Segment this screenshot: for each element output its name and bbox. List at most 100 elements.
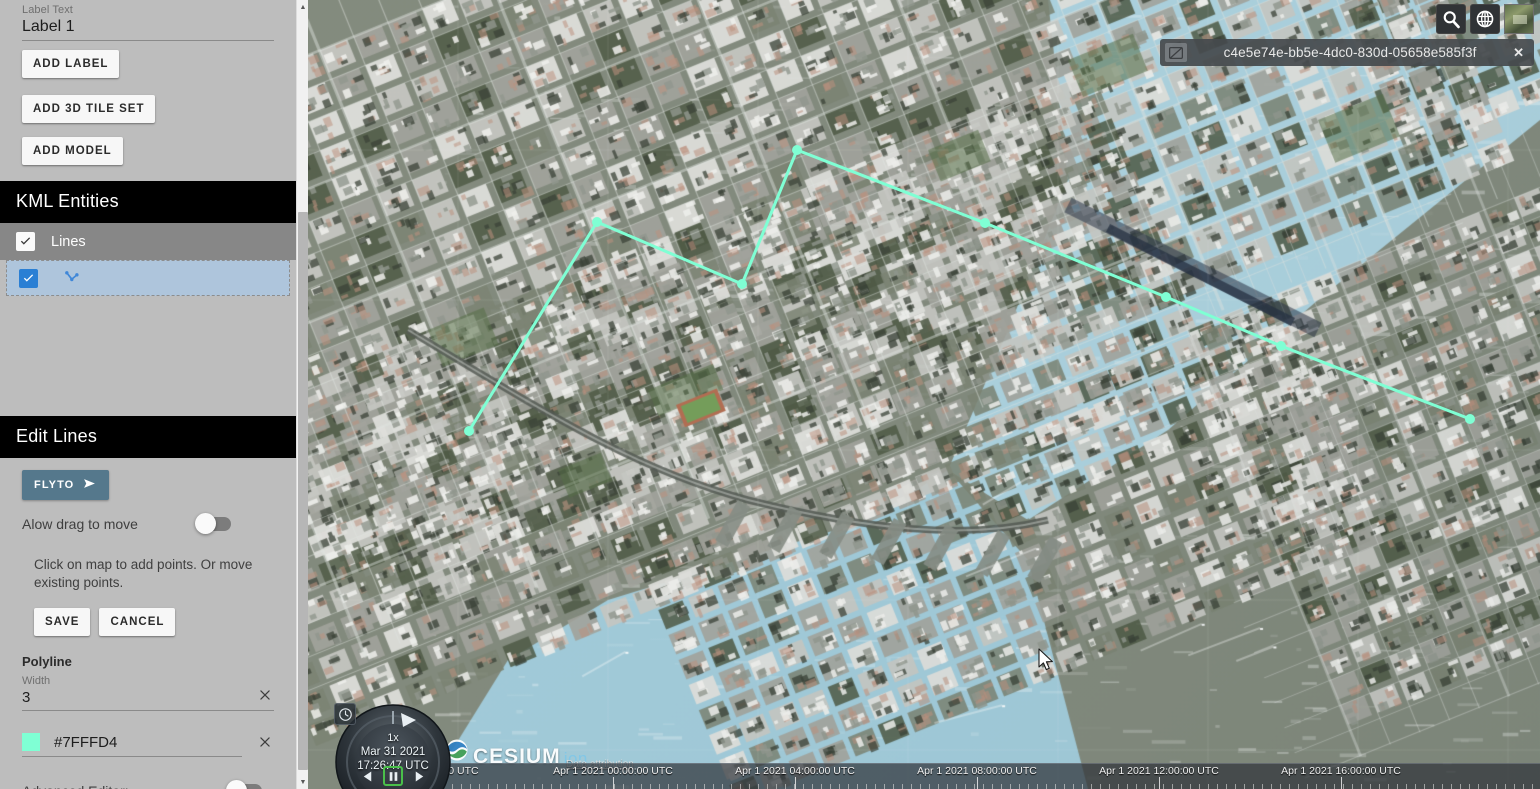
- timeline-minor-tick: [1064, 784, 1065, 789]
- timeline-minor-tick: [1235, 784, 1236, 789]
- label-text-input[interactable]: Label 1: [22, 17, 274, 41]
- flyto-button[interactable]: FLYTO: [22, 470, 110, 500]
- timeline-minor-tick: [1487, 784, 1488, 789]
- label-text-label: Label Text: [22, 4, 73, 16]
- app-root: Label Text Label 1 ADD LABEL ADD 3D TILE…: [0, 0, 1540, 789]
- timeline-minor-tick: [686, 784, 687, 789]
- timeline-minor-tick: [695, 784, 696, 789]
- timeline-minor-tick: [1298, 784, 1299, 789]
- image-slash-icon: [1165, 43, 1187, 62]
- width-input[interactable]: 3: [22, 687, 30, 710]
- timeline-minor-tick: [884, 784, 885, 789]
- width-field-group: Width 3: [22, 675, 274, 711]
- timeline-minor-tick: [1019, 784, 1020, 789]
- add-model-button[interactable]: ADD MODEL: [22, 137, 123, 165]
- play-icon[interactable]: [409, 766, 429, 786]
- timeline-minor-tick: [1262, 784, 1263, 789]
- timeline-minor-tick: [470, 784, 471, 789]
- color-swatch: [22, 733, 40, 751]
- timeline-minor-tick: [704, 784, 705, 789]
- sidebar-scrollbar-thumb[interactable]: [298, 212, 308, 770]
- advanced-editor-toggle[interactable]: [226, 780, 262, 789]
- timeline-major-tick: [1341, 777, 1342, 789]
- timeline-minor-tick: [1226, 784, 1227, 789]
- advanced-editor-toggle-knob: [226, 780, 247, 789]
- kml-entity-row-lines[interactable]: Lines: [0, 223, 296, 260]
- map-imagery-canvas[interactable]: [308, 0, 1540, 789]
- timeline-minor-tick: [1100, 784, 1101, 789]
- lines-checkbox[interactable]: [16, 232, 35, 251]
- timeline-minor-tick: [1001, 784, 1002, 789]
- timeline-minor-tick: [1154, 784, 1155, 789]
- timeline-minor-tick: [1325, 784, 1326, 789]
- timeline-minor-tick: [1514, 784, 1515, 789]
- edit-hint-text: Click on map to add points. Or move exis…: [34, 557, 253, 590]
- selection-info-bar[interactable]: c4e5e74e-bb5e-4dc0-830d-05658e585f3f ✕: [1160, 39, 1534, 66]
- timeline-minor-tick: [461, 784, 462, 789]
- timeline-minor-tick: [911, 784, 912, 789]
- left-sidebar: Label Text Label 1 ADD LABEL ADD 3D TILE…: [0, 0, 296, 789]
- kml-entity-row-polyline[interactable]: [6, 260, 290, 296]
- color-row[interactable]: #7FFFD4: [22, 733, 242, 757]
- pause-icon[interactable]: [383, 766, 403, 786]
- polyline-icon: [64, 270, 81, 287]
- close-icon[interactable]: ✕: [1513, 45, 1524, 61]
- drag-to-move-toggle[interactable]: [194, 513, 231, 534]
- basemap-thumbnail[interactable]: [1504, 4, 1534, 34]
- flyto-button-label: FLYTO: [34, 479, 75, 491]
- send-arrow-icon: [82, 477, 97, 493]
- timeline-minor-tick: [506, 784, 507, 789]
- timeline-minor-tick: [524, 784, 525, 789]
- clock-icon[interactable]: [334, 703, 356, 725]
- timeline-minor-tick: [785, 784, 786, 789]
- advanced-editor-label: Advanced Editor:: [22, 783, 129, 789]
- add-label-button[interactable]: ADD LABEL: [22, 50, 120, 78]
- timeline-minor-tick: [578, 784, 579, 789]
- timeline-minor-tick: [1109, 784, 1110, 789]
- timeline-minor-tick: [1451, 784, 1452, 789]
- cancel-button[interactable]: CANCEL: [99, 608, 176, 636]
- timeline-minor-tick: [515, 784, 516, 789]
- timeline-major-tick: [977, 777, 978, 789]
- play-reverse-icon[interactable]: [357, 766, 377, 786]
- timeline-minor-tick: [740, 784, 741, 789]
- timeline-minor-tick: [1010, 784, 1011, 789]
- clock-date: Mar 31 2021: [360, 746, 426, 758]
- timeline-minor-tick: [1136, 784, 1137, 789]
- timeline-minor-tick: [812, 784, 813, 789]
- globe-icon[interactable]: [1470, 4, 1500, 34]
- timeline-minor-tick: [641, 784, 642, 789]
- timeline-widget[interactable]: Mar 31 2021 20:00:00 UTCApr 1 2021 00:00…: [439, 763, 1540, 789]
- color-input[interactable]: #7FFFD4: [54, 734, 117, 751]
- timeline-minor-tick: [776, 784, 777, 789]
- polyline-checkbox[interactable]: [19, 268, 38, 288]
- animation-widget[interactable]: 1x Mar 31 2021 17:26:47 UTC: [330, 701, 456, 789]
- color-field-group: #7FFFD4: [22, 733, 274, 757]
- kml-entities-empty-space: [0, 296, 296, 416]
- edit-lines-header: Edit Lines: [0, 416, 296, 458]
- timeline-minor-tick: [1073, 784, 1074, 789]
- selection-uuid-text: c4e5e74e-bb5e-4dc0-830d-05658e585f3f: [1223, 45, 1477, 60]
- timeline-tick-label: Apr 1 2021 00:00:00 UTC: [553, 765, 673, 777]
- add-model-row: ADD MODEL: [0, 123, 296, 181]
- width-clear-icon[interactable]: [256, 688, 274, 709]
- timeline-minor-tick: [1145, 784, 1146, 789]
- add-3d-tile-set-button[interactable]: ADD 3D TILE SET: [22, 95, 156, 123]
- search-icon[interactable]: [1436, 4, 1466, 34]
- timeline-tick-label: Apr 1 2021 08:00:00 UTC: [917, 765, 1037, 777]
- timeline-minor-tick: [1307, 784, 1308, 789]
- edit-lines-body: FLYTO Alow drag to move Click on map to …: [0, 458, 296, 789]
- timeline-minor-tick: [920, 784, 921, 789]
- sidebar-scrollbar[interactable]: ▲ ▼: [296, 0, 308, 789]
- cesium-map-viewer[interactable]: c4e5e74e-bb5e-4dc0-830d-05658e585f3f ✕ C…: [308, 0, 1540, 789]
- timeline-minor-tick: [956, 784, 957, 789]
- timeline-tick-label: Apr 1 2021 12:00:00 UTC: [1099, 765, 1219, 777]
- timeline-minor-tick: [929, 784, 930, 789]
- save-button[interactable]: SAVE: [34, 608, 91, 636]
- timeline-minor-tick: [875, 784, 876, 789]
- timeline-minor-tick: [1361, 784, 1362, 789]
- timeline-minor-tick: [1253, 784, 1254, 789]
- timeline-minor-tick: [722, 784, 723, 789]
- color-clear-icon[interactable]: [256, 735, 274, 756]
- color-input-wrap: #7FFFD4: [22, 733, 274, 757]
